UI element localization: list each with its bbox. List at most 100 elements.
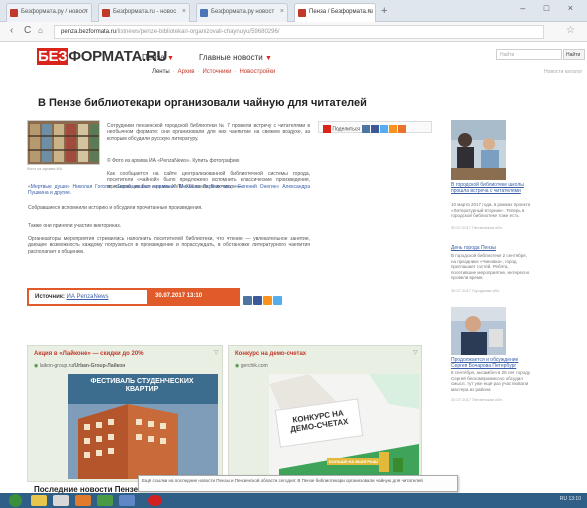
media-player-icon[interactable] [53, 495, 69, 506]
twitter-icon[interactable] [380, 125, 389, 133]
facebook-icon[interactable] [371, 125, 380, 133]
explorer-icon[interactable] [31, 495, 47, 506]
sidebar-news-link[interactable]: День города Пензы [451, 245, 533, 251]
twitter-icon[interactable] [273, 296, 282, 305]
odnoklassniki-icon[interactable] [389, 125, 398, 133]
site-search-input[interactable]: Найти [496, 49, 562, 60]
ad-url-host: gerchik.com [240, 363, 268, 369]
main-news-label: Главные новости [199, 53, 263, 62]
photo-caption: Фото из архива ИА [27, 166, 63, 171]
ad-block[interactable]: Конкурс на демо-счетах ▽ ◉ gerchik.com К… [228, 345, 422, 482]
new-tab-button[interactable]: + [381, 6, 387, 17]
browser-tab-active[interactable]: Пенза / Безформата.ru × [294, 3, 376, 22]
system-tray[interactable]: RU 13:10 [560, 496, 581, 502]
ad-banner-image[interactable]: ФЕСТИВАЛЬ СТУДЕНЧЕСКИХ КВАРТИР [68, 374, 218, 479]
tab-title: Безформата.ру новост [211, 9, 275, 15]
article-paragraph: Также они приняли участие викторинах. [28, 223, 122, 229]
contest-cta[interactable]: БОЛЬШЕ НА ВЫИГРЫШ [327, 458, 380, 465]
chevron-down-icon: ▼ [166, 55, 174, 62]
sidebar-news-date: 30.07.2017 Пензенская обл. [451, 397, 503, 402]
tab-title: Безформата.ru - новос [113, 9, 177, 15]
sidebar-news-text: В городской библиотеке 2 сентября, на пр… [451, 253, 530, 281]
chevron-down-icon: ▼ [264, 55, 272, 62]
sidebar-news-image[interactable] [451, 120, 506, 180]
sidebar-news-link[interactable]: В городской библиотеке школы прошла встр… [451, 182, 533, 194]
ad-info-icon[interactable]: ▽ [413, 349, 418, 356]
source-link[interactable]: ИА PenzaNews [67, 294, 109, 300]
bookmark-star-icon[interactable]: ☆ [566, 25, 575, 36]
url-input[interactable]: penza.bezformata.ru/listnews/penze-bibli… [54, 25, 544, 39]
chrome-icon[interactable] [97, 495, 113, 506]
vk-icon[interactable] [362, 125, 371, 133]
close-tab-icon[interactable]: × [280, 8, 284, 15]
firefox-icon[interactable] [75, 495, 91, 506]
sidebar-news-image[interactable] [451, 307, 506, 355]
photo-credit[interactable]: © Фото из архива ИА «PenzaNews». Купить … [107, 158, 310, 164]
sidebar-news-date: 30.07.2017 Пензенская обл. [451, 225, 503, 230]
opera-icon[interactable] [148, 495, 162, 506]
book-links[interactable]: «Мертвые души» Николая Гоголя, «Герой на… [28, 184, 310, 196]
tab-title: Пенза / Безформата.ru [309, 9, 373, 15]
social-share-row [243, 292, 283, 310]
sidebar-news-date: 30.07.2017 Городская обл. [451, 288, 501, 293]
ad-url-host: laikon-group.ru [39, 363, 74, 369]
share-icon [323, 125, 331, 133]
article-photo[interactable] [27, 120, 100, 165]
windows-start-icon[interactable] [9, 494, 22, 507]
home-icon[interactable]: ⌂ [38, 26, 43, 35]
city-selector[interactable]: Пенза ▼ [142, 53, 174, 62]
ad-block[interactable]: Акция в «Лайконе» — скидки до 20% ▽ ◉ la… [27, 345, 223, 482]
subnav-item[interactable]: Ленты [152, 69, 170, 75]
main-news-menu[interactable]: Главные новости ▼ [199, 53, 272, 62]
city-label: Пенза [142, 53, 165, 62]
link-tooltip: Ещё ссылки на последние новости Пензы и … [138, 475, 458, 492]
reload-icon[interactable]: C [24, 25, 31, 36]
ad-title[interactable]: Акция в «Лайконе» — скидки до 20% [34, 351, 144, 357]
facebook-icon[interactable] [253, 296, 262, 305]
vk-icon[interactable] [243, 296, 252, 305]
close-tab-icon[interactable]: × [368, 8, 372, 15]
window-controls[interactable]: – □ × [520, 3, 581, 13]
close-tab-icon[interactable]: × [84, 8, 88, 15]
app-icon[interactable] [119, 495, 135, 506]
article-lead: Сотрудники пензенской городской библиоте… [107, 123, 310, 142]
close-tab-icon[interactable]: × [182, 8, 186, 15]
site-favicon-icon [200, 9, 208, 17]
browser-tab-strip: Безформата.ру / новост × Безформата.ru -… [0, 0, 587, 22]
ad-url-icon: ◉ [34, 363, 39, 369]
catalog-link[interactable]: Новости каталог [544, 69, 582, 75]
subnav-item[interactable]: Источники [202, 69, 231, 75]
article-headline: В Пензе библиотекари организовали чайную… [38, 97, 367, 109]
odnoklassniki-icon[interactable] [263, 296, 272, 305]
ad-info-icon[interactable]: ▽ [214, 349, 219, 356]
site-search-button[interactable]: Найти [563, 49, 585, 60]
sidebar-news-text: 10 марта 2017 года, в рамках проекта «Ли… [451, 202, 531, 219]
ad-url-path: /Urban-Group-Лайкон [73, 363, 126, 369]
subnav-item[interactable]: Новостройки [239, 69, 275, 75]
address-bar-row: ‹ C ⌂ penza.bezformata.ru/listnews/penze… [0, 22, 587, 42]
site-favicon-icon [102, 9, 110, 17]
site-favicon-icon [10, 9, 18, 17]
article-paragraph: Организаторы мероприятия стремились напо… [28, 236, 310, 255]
article-paragraph: Собравшиеся вспомнили историю и обсудили… [28, 205, 203, 211]
browser-tab[interactable]: Безформата.ру / новост × [6, 3, 92, 22]
sidebar-news-text: 8 сентября, ансамбля в 28 лет городу. Се… [451, 370, 531, 392]
ad-banner-image[interactable]: КОНКУРС НА ДЕМО-СЧЕТАХ БОЛЬШЕ НА ВЫИГРЫШ [269, 374, 419, 479]
back-icon[interactable]: ‹ [10, 25, 13, 36]
tab-title: Безформата.ру / новост [21, 9, 88, 15]
site-favicon-icon [298, 9, 306, 17]
ad-title[interactable]: Конкурс на демо-счетах [235, 351, 306, 357]
sidebar-news-link[interactable]: Продолжается и обсуждение Сергея Бочаров… [451, 357, 533, 369]
browser-tab[interactable]: Безформата.ru - новос × [98, 3, 190, 22]
subnav-item[interactable]: Архив [178, 69, 195, 75]
ad-url[interactable]: ◉ laikon-group.ru/Urban-Group-Лайкон [34, 363, 125, 369]
article-paragraph-links: «Мертвые души» Николая Гоголя, «Герой на… [28, 184, 310, 197]
url-path: /listnews/penze-bibliotekari-organizoval… [116, 29, 280, 35]
mailru-icon[interactable] [398, 125, 407, 133]
sub-navigation: Ленты · Архив · Источники · Новостройки [152, 69, 276, 75]
browser-tab[interactable]: Безформата.ру новост × [196, 3, 288, 22]
share-box: Поделиться [318, 121, 432, 133]
ad-banner-text: ФЕСТИВАЛЬ СТУДЕНЧЕСКИХ КВАРТИР [90, 378, 194, 393]
ad-url[interactable]: ◉ gerchik.com [235, 363, 268, 369]
share-label[interactable]: Поделиться [332, 126, 360, 132]
